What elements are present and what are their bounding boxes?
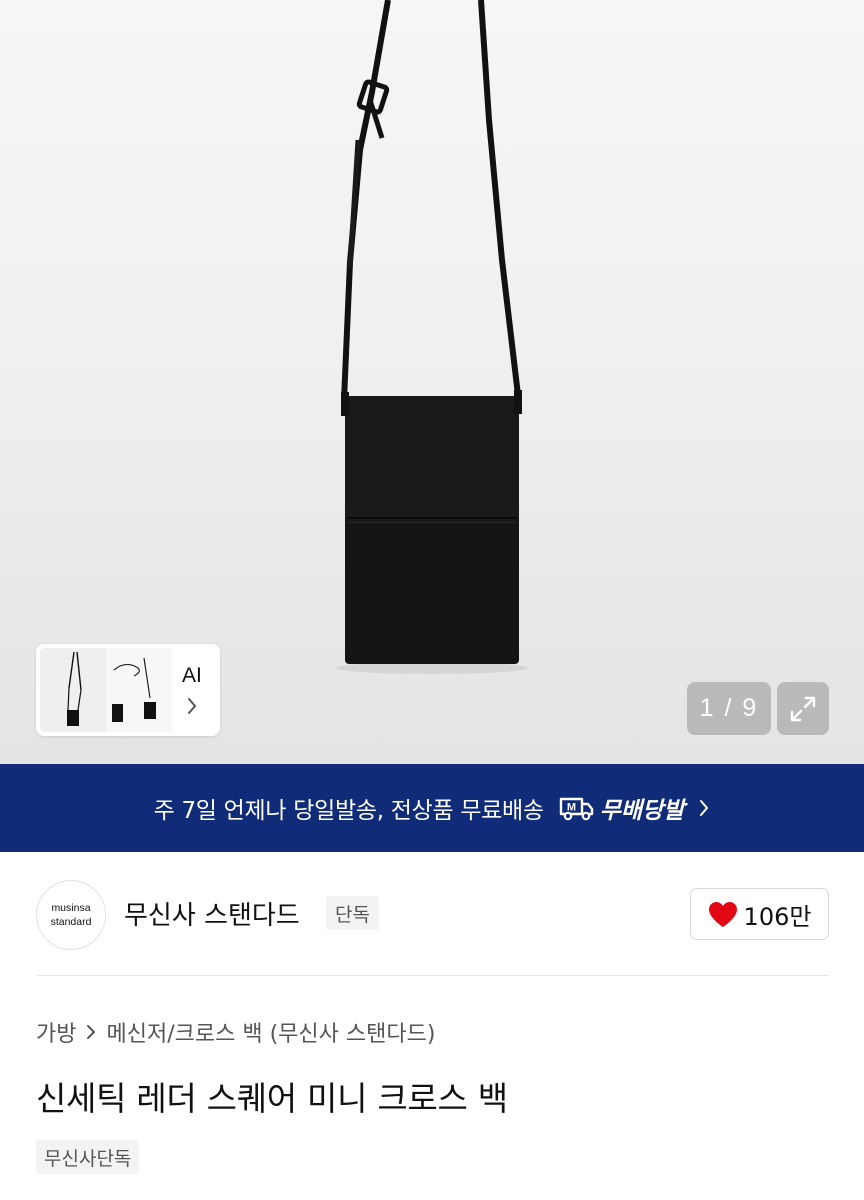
svg-text:M: M xyxy=(567,802,576,814)
expand-icon xyxy=(790,696,816,721)
thumbnail-2[interactable] xyxy=(106,648,172,732)
thumbnail-strip[interactable]: AI xyxy=(36,644,220,736)
delivery-promo-banner[interactable]: 주 7일 언제나 당일발송, 전상품 무료배송 M 무배당발 xyxy=(0,764,864,852)
banner-text: 주 7일 언제나 당일발송, 전상품 무료배송 xyxy=(153,798,544,824)
brand-logo[interactable]: musinsa standard xyxy=(36,880,106,950)
thumbnail-1[interactable] xyxy=(40,648,106,732)
delivery-truck-icon: M xyxy=(559,797,593,821)
ai-label: AI xyxy=(182,664,202,687)
like-button[interactable]: 106만 xyxy=(690,888,829,940)
chevron-right-icon xyxy=(700,800,709,816)
breadcrumb: 가방 메신저/크로스 백 (무신사 스탠다드) xyxy=(36,1016,435,1048)
brand-logo-line1: musinsa xyxy=(51,902,91,914)
breadcrumb-category[interactable]: 가방 xyxy=(36,1016,76,1048)
brand-name-link[interactable]: 무신사 스탠다드 xyxy=(124,895,300,932)
image-counter: 1 / 9 xyxy=(687,682,771,735)
free-delivery-badge: M 무배당발 xyxy=(558,791,685,825)
like-count: 106만 xyxy=(743,902,812,931)
product-image-gallery[interactable]: AI 1 / 9 xyxy=(0,0,864,764)
chevron-right-icon xyxy=(87,1025,96,1039)
product-title: 신세틱 레더 스퀘어 미니 크로스 백 xyxy=(36,1079,508,1118)
badge-label: 무배당발 xyxy=(599,798,685,824)
brand-logo-line2: standard xyxy=(50,916,92,928)
ai-recommend-button[interactable]: AI xyxy=(172,644,220,736)
exclusive-badge: 무신사단독 xyxy=(36,1140,140,1174)
heart-icon xyxy=(708,901,737,927)
chevron-right-icon xyxy=(188,698,197,714)
divider xyxy=(36,975,829,976)
brand-exclusive-tag: 단독 xyxy=(326,896,379,930)
fullscreen-button[interactable] xyxy=(777,682,829,735)
breadcrumb-subcategory[interactable]: 메신저/크로스 백 (무신사 스탠다드) xyxy=(106,1016,435,1048)
